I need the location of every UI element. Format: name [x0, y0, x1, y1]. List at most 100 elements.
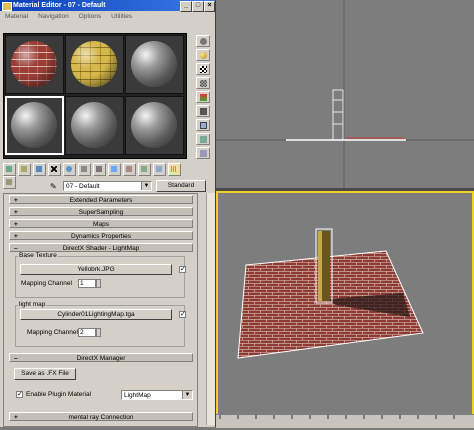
light-map-button[interactable]: Cylinder01LightingMap.tga — [20, 309, 172, 320]
eyedropper-icon[interactable]: ✎ — [50, 182, 57, 191]
maximize-button[interactable]: □ — [192, 1, 204, 12]
checker-icon — [200, 66, 207, 73]
rollout-expand-icon: + — [14, 221, 18, 228]
rollout-title: SuperSampling — [78, 209, 124, 216]
material-type-button[interactable]: Standard — [156, 180, 206, 192]
rollout-maps[interactable]: + Maps — [9, 219, 193, 228]
get-material-button[interactable] — [3, 163, 16, 176]
menu-material[interactable]: Material — [5, 13, 28, 20]
material-effects-channel-button[interactable] — [93, 163, 106, 176]
sample-slot-2[interactable] — [65, 35, 124, 94]
options-button[interactable] — [196, 119, 210, 131]
navigator-icon — [200, 150, 207, 157]
sample-slots — [3, 33, 187, 159]
put-to-scene-button[interactable] — [18, 163, 31, 176]
rollout-extended-parameters[interactable]: + Extended Parameters — [9, 195, 193, 204]
material-editor-window: Material Editor - 07 - Default _ □ × Mat… — [0, 0, 216, 427]
close-button[interactable]: × — [204, 1, 215, 12]
assign-material-button[interactable] — [33, 163, 46, 176]
select-by-material-button[interactable] — [196, 133, 210, 145]
enable-plugin-checkbox[interactable]: ✓ — [16, 391, 23, 398]
go-to-parent-button[interactable] — [138, 163, 151, 176]
backlight-button[interactable] — [196, 49, 210, 61]
assign-icon — [36, 166, 42, 172]
make-preview-button[interactable] — [196, 105, 210, 117]
parameters-panel: + Extended Parameters + SuperSampling + … — [3, 193, 198, 427]
show-map-toggle[interactable] — [168, 163, 181, 176]
tiling-icon — [200, 80, 207, 87]
cylinder-wireframe — [332, 89, 344, 141]
rollout-directx-manager[interactable]: – DirectX Manager — [9, 353, 193, 362]
library-icon — [81, 166, 87, 172]
sample-icon — [6, 179, 12, 185]
put-to-scene-icon — [21, 166, 27, 172]
chevron-down-icon[interactable]: ▼ — [141, 182, 151, 190]
sample-slot-6[interactable] — [125, 96, 184, 155]
base-texture-map-button[interactable]: Yellobrk.JPG — [20, 264, 172, 275]
close-x-icon — [51, 166, 57, 172]
mapping-channel-spinner[interactable]: 2 — [78, 328, 96, 337]
options-icon — [200, 122, 207, 129]
rollout-dynamics-properties[interactable]: + Dynamics Properties — [9, 231, 193, 240]
plugin-material-dropdown[interactable]: LightMap ▼ — [121, 390, 193, 400]
spinner-arrows-icon[interactable] — [96, 279, 101, 288]
sample-slot-1[interactable] — [5, 35, 64, 94]
sphere-icon — [200, 38, 207, 45]
sample-options-button[interactable] — [3, 176, 16, 189]
app-icon — [2, 2, 12, 11]
title-bar[interactable]: Material Editor - 07 - Default _ □ × — [0, 0, 215, 12]
panel-scrollbar[interactable] — [206, 193, 215, 425]
sample-slot-3[interactable] — [125, 35, 184, 94]
chevron-down-icon[interactable]: ▼ — [182, 391, 192, 399]
yellow-brick-sphere — [71, 41, 117, 87]
film-icon — [200, 108, 207, 115]
base-texture-checkbox[interactable]: ✓ — [179, 266, 186, 273]
sample-slot-4-selected[interactable] — [5, 96, 64, 155]
show-end-result-button[interactable] — [123, 163, 136, 176]
color-check-icon — [200, 94, 207, 101]
background-button[interactable] — [196, 63, 210, 75]
grey-sphere — [131, 102, 177, 148]
sibling-icon — [156, 166, 162, 172]
enable-plugin-label: Enable Plugin Material — [26, 391, 92, 398]
make-unique-button[interactable] — [63, 163, 76, 176]
menu-options[interactable]: Options — [79, 13, 101, 20]
rollout-expand-icon: + — [14, 233, 18, 240]
brick-sphere — [11, 41, 57, 87]
reset-map-button[interactable] — [48, 163, 61, 176]
base-texture-group — [15, 256, 185, 298]
rollout-expand-icon: + — [14, 209, 18, 216]
menu-navigation[interactable]: Navigation — [38, 13, 69, 20]
cylinder-shading — [322, 231, 330, 301]
light-map-checkbox[interactable]: ✓ — [179, 311, 186, 318]
sample-type-button[interactable] — [196, 35, 210, 47]
timeline-ruler[interactable] — [216, 414, 474, 428]
show-map-in-viewport-button[interactable] — [108, 163, 121, 176]
material-navigator-button[interactable] — [196, 147, 210, 159]
viewport-top[interactable] — [216, 0, 474, 188]
viewport-perspective[interactable] — [216, 191, 474, 427]
uv-tiling-button[interactable] — [196, 77, 210, 89]
timeline-ticks — [219, 415, 455, 419]
rollout-supersampling[interactable]: + SuperSampling — [9, 207, 193, 216]
minimize-button[interactable]: _ — [180, 1, 192, 12]
go-forward-to-sibling-button[interactable] — [153, 163, 166, 176]
show-map-icon — [111, 166, 117, 172]
sample-slot-5[interactable] — [65, 96, 124, 155]
menu-utilities[interactable]: Utilities — [111, 13, 132, 20]
material-name-value: 07 - Default — [66, 183, 100, 190]
save-fx-file-button[interactable]: Save as .FX File — [14, 368, 76, 380]
put-to-library-button[interactable] — [78, 163, 91, 176]
grey-sphere — [131, 41, 177, 87]
video-color-check-button[interactable] — [196, 91, 210, 103]
material-name-field[interactable]: 07 - Default ▼ — [63, 181, 152, 191]
spinner-arrows-icon[interactable] — [96, 328, 101, 337]
rollout-title: DirectX Manager — [76, 355, 126, 362]
end-result-icon — [126, 166, 132, 172]
grey-sphere — [71, 102, 117, 148]
rollout-mentalray-connection[interactable]: + mental ray Connection — [9, 412, 193, 421]
mapping-channel-spinner[interactable]: 1 — [78, 279, 96, 288]
get-material-icon — [6, 166, 12, 172]
rollout-directx-shader[interactable]: – DirectX Shader - LightMap — [9, 243, 193, 252]
rollout-expand-icon: + — [14, 414, 18, 421]
